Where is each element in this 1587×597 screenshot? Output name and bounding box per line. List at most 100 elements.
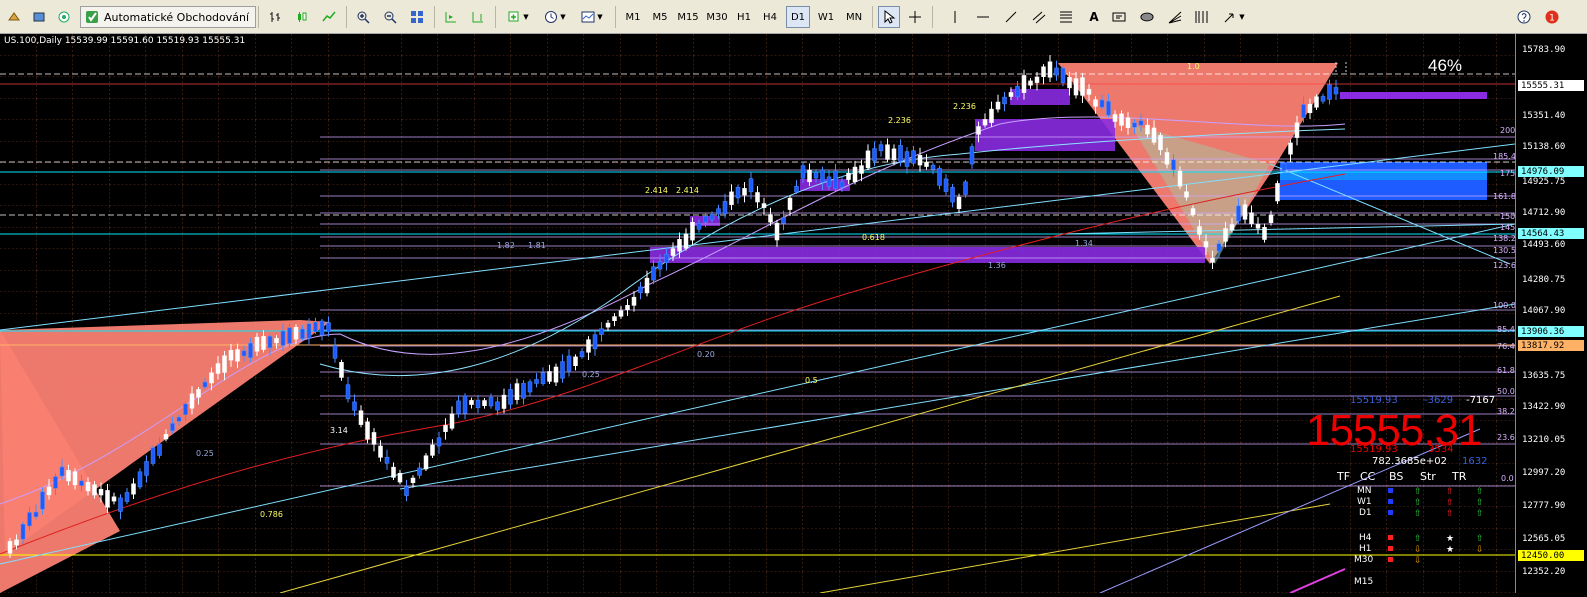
candle-body	[664, 253, 669, 263]
auto-scroll-icon[interactable]	[440, 6, 462, 28]
candle-body	[612, 316, 617, 321]
equidistant-channel-icon[interactable]	[1028, 6, 1050, 28]
candle-body	[1314, 96, 1319, 108]
chart-canvas	[0, 34, 1516, 594]
candle-body	[592, 334, 598, 350]
candle-body	[241, 350, 247, 357]
timeframe-m30[interactable]: M30	[704, 6, 730, 28]
candle-body	[807, 169, 812, 183]
timeframe-m5[interactable]: M5	[648, 6, 672, 28]
fibonacci-icon[interactable]	[1055, 6, 1077, 28]
timeframe-w1[interactable]: W1	[814, 6, 838, 28]
price-tag: 14564.43	[1518, 228, 1584, 239]
periods-dropdown-icon[interactable]: ▼	[538, 6, 572, 28]
text-tool-icon[interactable]: A	[1083, 6, 1105, 28]
trendline-icon[interactable]	[1000, 6, 1022, 28]
candle-body	[326, 322, 331, 332]
candle-body	[176, 416, 182, 422]
candle-body	[631, 296, 637, 306]
zoom-in-icon[interactable]	[352, 6, 374, 28]
price-tag: 13817.92	[1518, 340, 1584, 351]
price-chart[interactable]: 2.414 2.414 2.236 2.236 1.82 1.81 1.34 1…	[0, 34, 1516, 594]
candle-body	[59, 466, 65, 477]
auto-trading-button[interactable]: Automatické Obchodování	[80, 6, 257, 28]
timeframe-mn[interactable]: MN	[841, 6, 867, 28]
candle-body	[625, 305, 630, 310]
candle-body	[1288, 142, 1293, 155]
price-axis[interactable]: 15783.90 15555.31 15351.40 15138.60 1497…	[1515, 34, 1587, 593]
table-header-bs: BS	[1389, 470, 1404, 483]
candle-body	[852, 166, 858, 182]
zoom-out-icon[interactable]	[379, 6, 401, 28]
candle-body	[436, 437, 442, 447]
candle-body	[982, 119, 988, 126]
tile-windows-icon[interactable]	[406, 6, 428, 28]
candle-body	[1333, 87, 1339, 95]
candle-body	[14, 539, 19, 546]
crosshair-icon[interactable]	[904, 6, 926, 28]
templates-dropdown-icon[interactable]: ▼	[575, 6, 609, 28]
vertical-line-icon[interactable]	[944, 6, 966, 28]
fib-label: 3.14	[330, 426, 348, 435]
candle-body	[599, 328, 604, 335]
candle-body	[1262, 227, 1267, 240]
timeframe-h1[interactable]: H1	[733, 6, 755, 28]
ellipse-icon[interactable]	[1134, 6, 1160, 28]
profiles-icon[interactable]	[28, 6, 50, 28]
indicators-dropdown-icon[interactable]: ▼	[501, 6, 535, 28]
candle-body	[209, 372, 214, 384]
candle-body	[930, 164, 936, 170]
candle-body	[1158, 135, 1163, 151]
text-label-icon[interactable]	[1108, 6, 1130, 28]
bar-chart-icon[interactable]	[264, 6, 286, 28]
symbol-info: US.100,Daily 15539.99 15591.60 15519.93 …	[4, 36, 246, 46]
stat-value: 1632	[1462, 456, 1488, 467]
candle-body	[956, 196, 962, 209]
candle-body	[79, 480, 84, 486]
market-watch-icon[interactable]	[53, 6, 75, 28]
candle-body	[1002, 96, 1007, 105]
candle-body	[1080, 77, 1085, 96]
candlestick-chart-icon[interactable]	[291, 6, 313, 28]
timeframe-d1[interactable]: D1	[786, 6, 810, 28]
candle-body	[228, 350, 234, 361]
timeframe-m1[interactable]: M1	[621, 6, 645, 28]
fib-label: 0.25	[582, 370, 600, 379]
chart-shift-icon[interactable]	[467, 6, 489, 28]
price-label: 13635.75	[1522, 371, 1566, 381]
price-label: 14280.75	[1522, 275, 1566, 285]
price-label: 14493.60	[1522, 240, 1566, 250]
arrows-dropdown-icon[interactable]: ▼	[1218, 6, 1250, 28]
auto-trading-label: Automatické Obchodování	[104, 10, 250, 24]
candle-body	[1327, 84, 1332, 100]
price-tag: 12450.00	[1518, 550, 1584, 561]
candle-body	[924, 161, 929, 167]
table-row: H4	[1359, 533, 1372, 543]
candle-body	[1060, 67, 1066, 83]
candle-body	[501, 394, 507, 409]
candle-body	[521, 383, 526, 399]
candle-body	[683, 233, 689, 249]
timeframe-m15[interactable]: M15	[675, 6, 701, 28]
timeframe-h4[interactable]: H4	[758, 6, 782, 28]
table-header-str: Str	[1420, 470, 1436, 483]
fibo-fan-icon[interactable]	[1164, 6, 1186, 28]
candle-body	[391, 466, 396, 478]
candle-body	[566, 355, 572, 372]
fibo-time-icon[interactable]	[1190, 6, 1212, 28]
help-icon[interactable]	[1513, 6, 1535, 28]
candle-body	[1171, 159, 1176, 170]
main-toolbar: Automatické Obchodování ▼ ▼ ▼ M1 M5 M15	[0, 0, 1587, 34]
candle-body	[1021, 75, 1027, 93]
candle-body	[742, 188, 747, 196]
candle-body	[1236, 205, 1241, 222]
svg-text:⇧: ⇧	[1414, 509, 1422, 519]
new-chart-icon[interactable]	[3, 6, 25, 28]
line-chart-icon[interactable]	[318, 6, 340, 28]
svg-text:⇧: ⇧	[1414, 534, 1422, 544]
cursor-icon[interactable]	[878, 6, 900, 28]
candle-body	[157, 443, 162, 456]
notifications-icon[interactable]: 1	[1541, 6, 1563, 28]
candle-body	[482, 400, 487, 406]
horizontal-line-icon[interactable]	[972, 6, 994, 28]
